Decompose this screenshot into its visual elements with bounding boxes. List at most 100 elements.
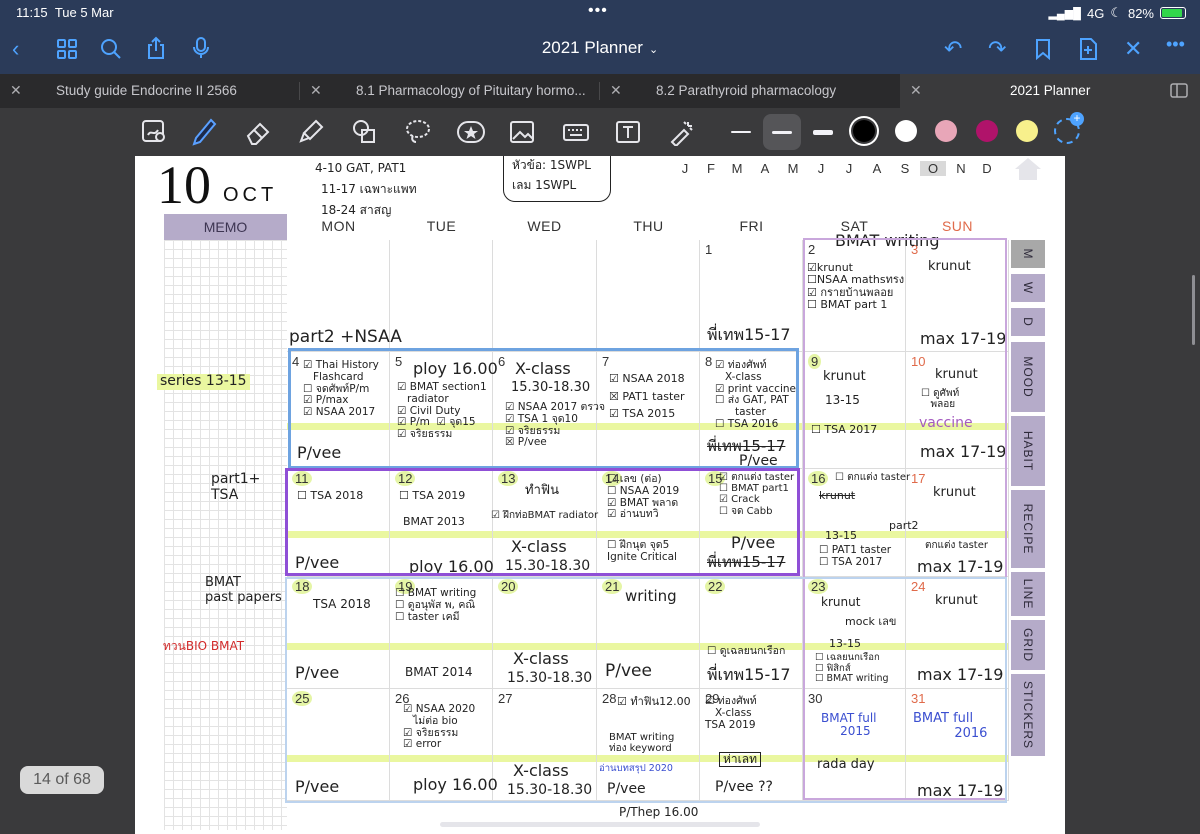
note-w3-sat2: 13-15 bbox=[825, 529, 857, 542]
month-tab-10[interactable]: O bbox=[920, 161, 946, 176]
month-tab-11[interactable]: N bbox=[948, 161, 974, 176]
month-tab-1[interactable]: J bbox=[672, 161, 698, 176]
note-w3-tue3: ploy 16.00 bbox=[409, 557, 494, 576]
side-tab-mood[interactable]: MOOD bbox=[1011, 342, 1045, 412]
note-w3-thu2: ☐ ฝึกนุต จุด5 Ignite Critical bbox=[607, 539, 677, 563]
month-tab-8[interactable]: A bbox=[864, 161, 890, 176]
scroll-indicator[interactable] bbox=[1192, 275, 1195, 345]
undo-icon[interactable]: ↶ bbox=[944, 36, 962, 62]
note-w4-sun: krunut bbox=[935, 593, 978, 608]
highlighter-tool-icon[interactable] bbox=[298, 118, 326, 146]
highlighter-stroke bbox=[287, 531, 389, 538]
shapes-tool-icon[interactable] bbox=[350, 118, 378, 146]
close-icon[interactable]: ✕ bbox=[610, 82, 622, 99]
note-w3-wed3: 15.30-18.30 bbox=[505, 558, 591, 574]
add-page-icon[interactable] bbox=[1078, 37, 1098, 67]
tab-pituitary[interactable]: ✕ 8.1 Pharmacology of Pituitary hormo... bbox=[300, 74, 600, 108]
pen-tool-icon[interactable] bbox=[190, 118, 218, 146]
zoom-window-icon[interactable] bbox=[140, 118, 168, 146]
month-tab-12[interactable]: D bbox=[974, 161, 1000, 176]
note-w2-thu: ☑ NSAA 2018 ☒ PAT1 taster ☑ TSA 2015 bbox=[609, 372, 685, 421]
tab-study-guide[interactable]: ✕ Study guide Endocrine II 2566 bbox=[0, 74, 300, 108]
color-swatch-magenta[interactable] bbox=[976, 120, 998, 142]
day-number: 9 bbox=[808, 354, 822, 369]
month-tab-3[interactable]: M bbox=[724, 161, 750, 176]
close-icon[interactable]: ✕ bbox=[310, 82, 322, 99]
month-tab-2[interactable]: F bbox=[698, 161, 724, 176]
note-w4-thu: writing bbox=[625, 587, 677, 605]
month-tab-6[interactable]: J bbox=[808, 161, 834, 176]
day-number: 6 bbox=[498, 354, 506, 369]
color-swatch-white[interactable] bbox=[895, 120, 917, 142]
close-icon[interactable]: ✕ bbox=[10, 82, 22, 99]
planner-page[interactable]: 10 OCT JFMAMJJASOND 4-10 GAT, PAT1 11-17… bbox=[135, 156, 1065, 834]
lasso-tool-icon[interactable] bbox=[404, 118, 432, 146]
side-tab-w[interactable]: W bbox=[1011, 274, 1045, 302]
multitask-dots-icon[interactable]: ••• bbox=[588, 2, 608, 20]
note-w3-sun-list: ตกแต่ง taster bbox=[925, 540, 988, 551]
text-tool-icon[interactable] bbox=[614, 118, 642, 146]
image-tool-icon[interactable] bbox=[508, 118, 536, 146]
note-w2-sat2: 13-15 bbox=[825, 393, 860, 407]
color-swatch-yellow[interactable] bbox=[1016, 120, 1038, 142]
chevron-down-icon: ⌄ bbox=[648, 44, 659, 56]
side-tab-m[interactable]: M bbox=[1011, 240, 1045, 268]
stroke-thick-option[interactable] bbox=[804, 114, 842, 150]
note-w3-fri3: พี่เทพ15-17 bbox=[707, 553, 786, 571]
add-color-icon[interactable]: + bbox=[1054, 112, 1084, 144]
app-root: 11:15 Tue 5 Mar ••• ▂▄▆█ 4G ☾ 82% ‹ 2021… bbox=[0, 0, 1200, 834]
stroke-medium-option[interactable] bbox=[763, 114, 801, 150]
side-tab-stickers[interactable]: STICKERS bbox=[1011, 674, 1045, 756]
side-tab-recipe[interactable]: RECIPE bbox=[1011, 490, 1045, 568]
stroke-thin-option[interactable] bbox=[722, 114, 760, 150]
calendar-cell[interactable] bbox=[390, 240, 493, 352]
planner-day-number: 10 bbox=[157, 156, 211, 215]
battery-label: 82% bbox=[1127, 5, 1154, 21]
sticker-tool-icon[interactable] bbox=[456, 118, 485, 146]
keyboard-tool-icon[interactable] bbox=[562, 118, 590, 146]
day-number: 25 bbox=[292, 691, 313, 706]
home-indicator[interactable] bbox=[440, 822, 760, 827]
side-tab-line[interactable]: LINE bbox=[1011, 572, 1045, 616]
close-icon[interactable]: ✕ bbox=[910, 82, 922, 99]
note-w4-sat2: 13-15 bbox=[829, 637, 861, 650]
month-tab-5[interactable]: M bbox=[780, 161, 806, 176]
memo-note-part1: part1+ TSA bbox=[211, 471, 261, 503]
month-tab-7[interactable]: J bbox=[836, 161, 862, 176]
note-w4-mon2: P/vee bbox=[295, 663, 340, 682]
tab-2021-planner[interactable]: ✕ 2021 Planner bbox=[900, 74, 1200, 108]
home-icon[interactable] bbox=[1013, 156, 1043, 182]
side-tab-grid[interactable]: GRID bbox=[1011, 620, 1045, 670]
redo-icon[interactable]: ↷ bbox=[988, 36, 1006, 62]
page-indicator: 14 of 68 bbox=[20, 766, 104, 794]
close-tools-icon[interactable]: ✕ bbox=[1124, 36, 1142, 62]
side-tab-habit[interactable]: HABIT bbox=[1011, 416, 1045, 486]
memo-note-bio: ทวนBIO BMAT bbox=[163, 639, 245, 653]
split-view-icon[interactable] bbox=[1170, 82, 1190, 103]
month-tab-9[interactable]: S bbox=[892, 161, 918, 176]
calendar-cell[interactable]: 30 bbox=[803, 689, 906, 801]
eraser-tool-icon[interactable] bbox=[244, 118, 272, 146]
bookmark-icon[interactable] bbox=[1034, 38, 1052, 66]
laser-pointer-icon[interactable] bbox=[668, 118, 696, 148]
highlighter-stroke bbox=[906, 755, 1008, 762]
planner-month: OCT bbox=[223, 184, 278, 206]
day-number: 31 bbox=[911, 691, 926, 706]
color-swatch-black[interactable] bbox=[853, 120, 875, 142]
memo-grid[interactable] bbox=[164, 240, 287, 830]
memo-note-bmat: BMAT past papers bbox=[205, 575, 282, 605]
tab-parathyroid[interactable]: ✕ 8.2 Parathyroid pharmacology bbox=[600, 74, 900, 108]
side-tab-d[interactable]: D bbox=[1011, 308, 1045, 336]
note-w3-fri2: P/vee bbox=[731, 533, 776, 552]
more-icon[interactable]: ••• bbox=[1166, 34, 1185, 55]
color-swatch-pink[interactable] bbox=[935, 120, 957, 142]
note-top-box: หัวข้อ: 1SWPL เลม 1SWPL bbox=[503, 156, 611, 202]
month-tab-4[interactable]: A bbox=[752, 161, 778, 176]
calendar-cell[interactable] bbox=[493, 240, 597, 352]
navigation-bar: ‹ 2021 Planner ⌄ ↶ ↷ ✕ ••• bbox=[0, 26, 1200, 74]
battery-icon bbox=[1160, 7, 1186, 19]
weekday-header-thu: THU bbox=[633, 218, 664, 234]
calendar-cell[interactable] bbox=[597, 240, 700, 352]
note-w5-thu5: P/Thep 16.00 bbox=[619, 805, 699, 819]
document-title[interactable]: 2021 Planner ⌄ bbox=[0, 38, 1200, 58]
